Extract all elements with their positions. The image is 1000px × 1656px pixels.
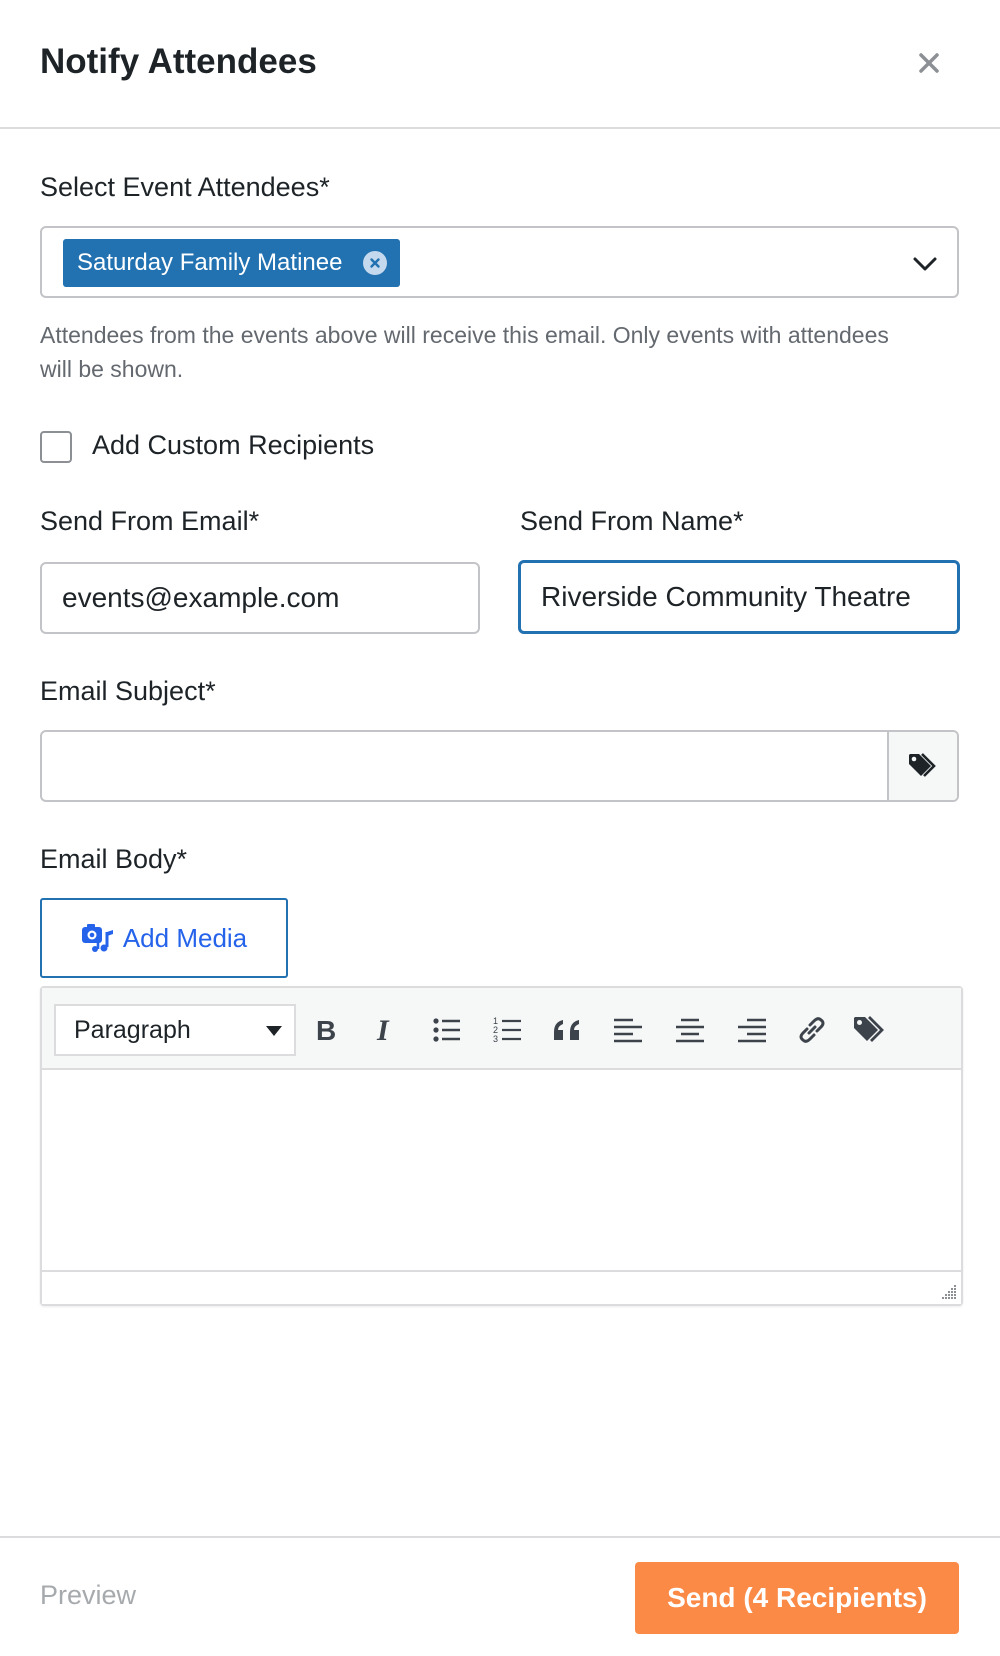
preview-link[interactable]: Preview	[40, 1580, 136, 1611]
chevron-down-icon[interactable]	[911, 250, 939, 278]
svg-text:B: B	[316, 1016, 336, 1044]
tags-button[interactable]	[850, 1010, 890, 1050]
bold-icon: B	[316, 1016, 336, 1044]
modal-title: Notify Attendees	[40, 42, 317, 81]
email-subject-field[interactable]	[40, 730, 959, 802]
selected-event-chip: Saturday Family Matinee	[63, 239, 400, 287]
tags-icon	[854, 1016, 884, 1042]
email-subject-label: Email Subject*	[40, 676, 216, 706]
modal-header: Notify Attendees	[0, 0, 1000, 129]
italic-icon: I	[376, 1016, 390, 1044]
subject-tags-button[interactable]	[887, 732, 957, 800]
bulleted-list-button[interactable]	[427, 1010, 467, 1050]
send-from-name-label: Send From Name*	[520, 506, 744, 536]
italic-button[interactable]: I	[366, 1010, 406, 1050]
media-icon	[81, 924, 113, 952]
add-media-button[interactable]: Add Media	[40, 898, 288, 978]
bulleted-list-icon	[433, 1018, 460, 1042]
remove-chip-icon[interactable]	[363, 251, 387, 275]
chip-label: Saturday Family Matinee	[77, 249, 343, 276]
send-from-name-field[interactable]: Riverside Community Theatre	[518, 560, 960, 634]
blockquote-button[interactable]	[548, 1010, 588, 1050]
blockquote-icon	[554, 1020, 579, 1040]
align-center-icon	[676, 1018, 704, 1043]
send-from-email-field[interactable]: events@example.com	[40, 562, 480, 634]
editor-statusbar	[42, 1270, 961, 1304]
editor-content-area[interactable]	[42, 1070, 961, 1270]
tags-icon	[909, 753, 936, 777]
send-from-email-label: Send From Email*	[40, 506, 260, 536]
attendees-select[interactable]: Saturday Family Matinee	[40, 226, 959, 298]
link-button[interactable]	[792, 1010, 832, 1050]
attendees-help-text: Attendees from the events above will rec…	[40, 322, 889, 382]
align-right-icon	[738, 1018, 766, 1043]
format-select-value: Paragraph	[74, 1015, 191, 1044]
format-select[interactable]: Paragraph	[54, 1004, 296, 1056]
attendees-label: Select Event Attendees*	[40, 172, 330, 202]
caret-down-icon	[266, 1026, 282, 1036]
numbered-list-icon: 1 2 3	[493, 1016, 521, 1044]
editor-toolbar: Paragraph B I 1 2 3	[42, 988, 961, 1070]
align-left-icon	[614, 1018, 642, 1043]
align-center-button[interactable]	[670, 1010, 710, 1050]
bold-button[interactable]: B	[306, 1010, 346, 1050]
align-left-button[interactable]	[608, 1010, 648, 1050]
close-icon[interactable]	[912, 46, 946, 80]
link-icon	[799, 1017, 825, 1043]
svg-text:I: I	[376, 1016, 390, 1044]
custom-recipients-label: Add Custom Recipients	[92, 430, 375, 460]
custom-recipients-checkbox[interactable]	[40, 431, 72, 463]
email-body-editor: Paragraph B I 1 2 3	[40, 986, 963, 1306]
email-body-label: Email Body*	[40, 844, 188, 874]
add-media-label: Add Media	[122, 922, 248, 953]
numbered-list-button[interactable]: 1 2 3	[488, 1010, 528, 1050]
svg-text:3: 3	[493, 1034, 498, 1044]
resize-grip-icon[interactable]	[939, 1282, 957, 1300]
align-right-button[interactable]	[732, 1010, 772, 1050]
send-button[interactable]: Send (4 Recipients)	[635, 1562, 959, 1634]
